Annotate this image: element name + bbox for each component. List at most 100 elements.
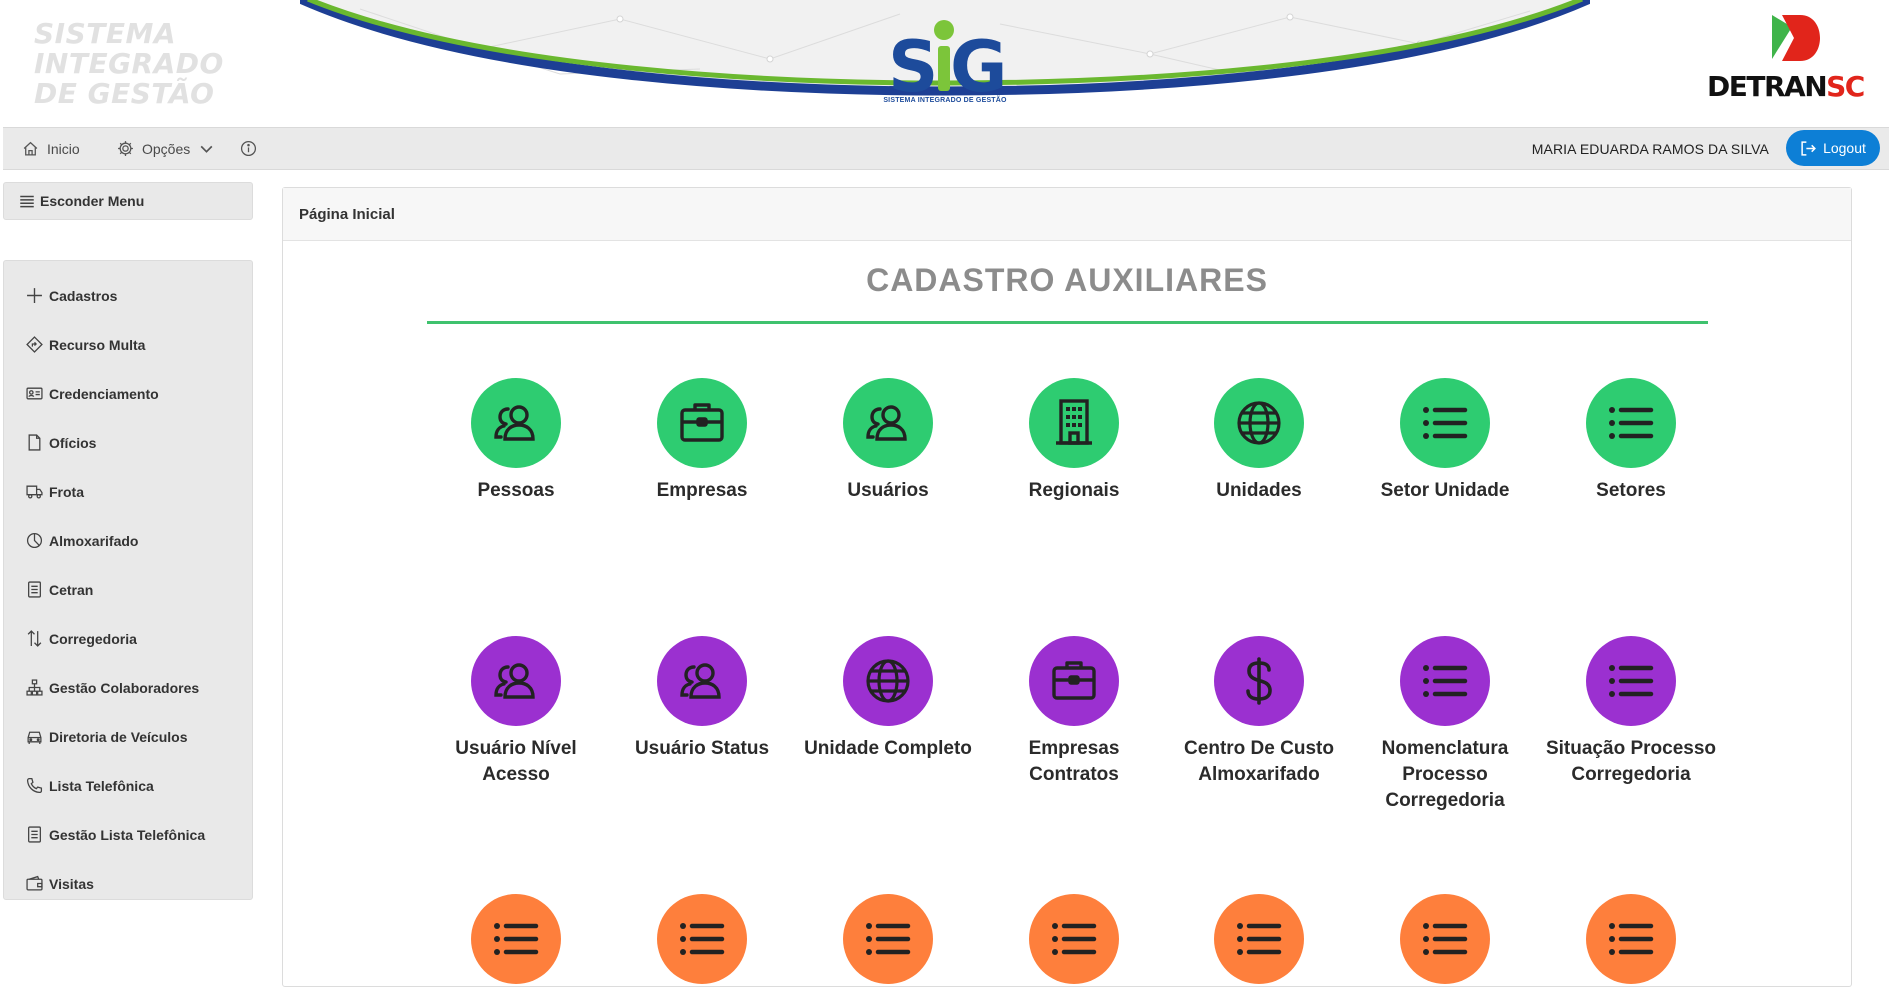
sidebar-item-recurso-multa[interactable]: Recurso Multa <box>4 320 252 369</box>
tile-label: Centro De Custo Almoxarifado <box>1184 738 1334 785</box>
tile-usuario-nivel-acesso[interactable]: Usuário Nível Acesso <box>426 636 606 788</box>
tile-label: Regionais <box>1028 480 1120 501</box>
car-icon <box>27 731 42 744</box>
tile-icon-circle <box>657 636 747 726</box>
tile-label: Unidades <box>1216 480 1302 501</box>
sidebar-item-gestao-lista-telefonica[interactable]: Gestão Lista Telefônica <box>4 810 252 859</box>
sidebar-item-corregedoria[interactable]: Corregedoria <box>4 614 252 663</box>
tile-icon-circle <box>471 378 561 468</box>
file-icon <box>28 434 41 451</box>
brand-text-watermark: SISTEMA INTEGRADO DE GESTÃO <box>34 19 224 109</box>
sidebar-item-gestao-colaboradores[interactable]: Gestão Colaboradores <box>4 663 252 712</box>
truck-icon <box>26 485 43 499</box>
tile-situacao-processo-corregedoria[interactable]: Situação Processo Corregedoria <box>1541 636 1721 788</box>
tile-icon-circle <box>471 636 561 726</box>
hide-menu-button[interactable]: Esconder Menu <box>3 182 253 220</box>
tile-usuarios[interactable]: Usuários <box>798 378 978 504</box>
hide-menu-label: Esconder Menu <box>40 193 145 209</box>
org-chart-icon <box>26 679 43 696</box>
list-icon <box>1423 407 1468 439</box>
sidebar-item-almoxarifado[interactable]: Almoxarifado <box>4 516 252 565</box>
sidebar-item-cetran[interactable]: Cetran <box>4 565 252 614</box>
tile-regionais[interactable]: Regionais <box>984 378 1164 504</box>
tile-setor-unidade[interactable]: Setor Unidade <box>1355 378 1535 504</box>
tile-label: Setor Unidade <box>1380 480 1510 501</box>
nav-options-dropdown[interactable]: Opções <box>117 128 215 169</box>
nav-info-button[interactable] <box>240 128 257 169</box>
tile-icon-circle <box>1586 636 1676 726</box>
wallet-icon <box>26 875 43 891</box>
arrows-vertical-icon <box>27 630 42 647</box>
tile-label: Nomenclatura Processo Corregedoria <box>1381 738 1509 811</box>
sidebar-item-oficios[interactable]: Ofícios <box>4 418 252 467</box>
briefcase-icon <box>1052 661 1096 700</box>
tile-empresas-contratos[interactable]: Empresas Contratos <box>984 636 1164 788</box>
sidebar-item-label: Recurso Multa <box>49 336 146 353</box>
page-breadcrumb: Página Inicial <box>283 188 1851 241</box>
tile-icon-circle <box>843 378 933 468</box>
header-banner: SISTEMA INTEGRADO DE GESTÃO S G SISTEMA … <box>0 0 1899 126</box>
sidebar-item-lista-telefonica[interactable]: Lista Telefônica <box>4 761 252 810</box>
tile-icon-circle <box>843 894 933 984</box>
sidebar-item-label: Cadastros <box>49 287 118 304</box>
tile-icon-circle <box>1214 894 1304 984</box>
people-icon <box>866 405 907 441</box>
tile-nomenclatura-processo-corregedoria[interactable]: Nomenclatura Processo Corregedoria <box>1355 636 1535 814</box>
tile-row3-col7[interactable] <box>1541 894 1721 994</box>
sidebar-item-label: Ofícios <box>49 434 97 451</box>
list-icon <box>1423 923 1468 955</box>
sidebar-item-diretoria-veiculos[interactable]: Diretoria de Veículos <box>4 712 252 761</box>
people-icon <box>680 663 721 699</box>
sidebar-item-label: Gestão Lista Telefônica <box>49 826 206 843</box>
sidebar-item-label: Frota <box>49 483 84 500</box>
list-icon <box>1423 665 1468 697</box>
tile-row3-col6[interactable] <box>1355 894 1535 994</box>
tile-icon-circle <box>1214 636 1304 726</box>
tile-empresas[interactable]: Empresas <box>612 378 792 504</box>
nav-home-label: Inicio <box>47 140 80 157</box>
main-card: Página Inicial CADASTRO AUXILIARES Pesso… <box>282 187 1852 987</box>
top-navbar: Inicio Opções MARIA EDUARDA RAMOS DA SIL… <box>3 127 1889 170</box>
pie-chart-icon <box>26 532 43 549</box>
sidebar-item-credenciamento[interactable]: Credenciamento <box>4 369 252 418</box>
tile-icon-circle <box>1586 894 1676 984</box>
tile-row3-col5[interactable] <box>1169 894 1349 994</box>
logout-label: Logout <box>1823 140 1866 156</box>
tile-icon-circle <box>1400 894 1490 984</box>
tile-label: Pessoas <box>477 480 555 501</box>
nav-home-link[interactable]: Inicio <box>22 128 80 169</box>
tile-pessoas[interactable]: Pessoas <box>426 378 606 504</box>
tile-centro-de-custo-almoxarifado[interactable]: Centro De Custo Almoxarifado <box>1169 636 1349 788</box>
tile-unidades[interactable]: Unidades <box>1169 378 1349 504</box>
tile-label: Unidade Completo <box>804 738 972 759</box>
section-title: CADASTRO AUXILIARES <box>866 262 1268 298</box>
tile-label: Setores <box>1596 480 1666 501</box>
tile-unidade-completo[interactable]: Unidade Completo <box>798 636 978 762</box>
chevron-down-icon <box>200 145 213 153</box>
tile-usuario-status[interactable]: Usuário Status <box>612 636 792 762</box>
dollar-icon <box>1246 657 1272 705</box>
tile-icon-circle <box>843 636 933 726</box>
tile-row3-col1[interactable] <box>426 894 606 994</box>
tile-row3-col2[interactable] <box>612 894 792 994</box>
logged-user-name: MARIA EDUARDA RAMOS DA SILVA <box>1531 140 1769 157</box>
section-divider <box>427 321 1708 324</box>
logout-button[interactable]: Logout <box>1786 130 1880 166</box>
sidebar-item-frota[interactable]: Frota <box>4 467 252 516</box>
tile-icon-circle <box>657 378 747 468</box>
brand-line-2: INTEGRADO <box>34 47 224 80</box>
tile-setores[interactable]: Setores <box>1541 378 1721 504</box>
sidebar-item-visitas[interactable]: Visitas <box>4 859 252 908</box>
tile-row3-col3[interactable] <box>798 894 978 994</box>
brand-line-3: DE GESTÃO <box>34 77 215 110</box>
document-icon <box>28 826 41 843</box>
list-icon <box>494 923 539 955</box>
building-icon <box>1056 399 1092 445</box>
tile-icon-circle <box>1029 378 1119 468</box>
list-icon <box>1609 923 1654 955</box>
globe-icon <box>866 659 910 703</box>
nav-options-label: Opções <box>142 140 191 157</box>
sidebar-item-cadastros[interactable]: Cadastros <box>4 271 252 320</box>
tile-label: Usuários <box>847 480 929 501</box>
tile-row3-col4[interactable] <box>984 894 1164 994</box>
